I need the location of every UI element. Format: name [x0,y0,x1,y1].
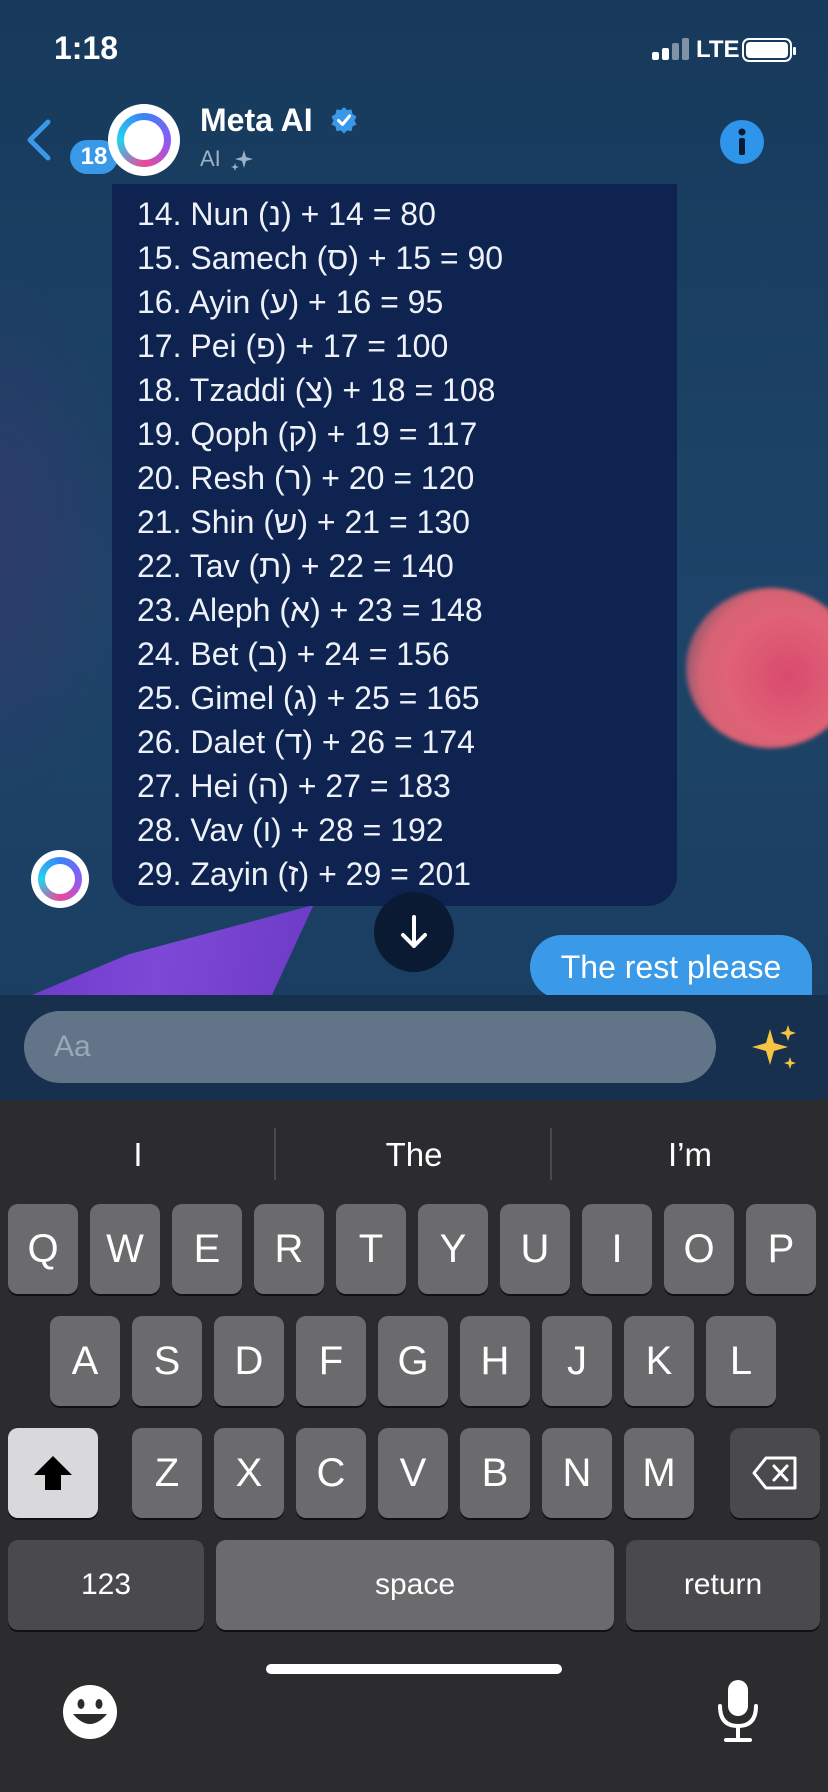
meta-ai-logo-icon [117,113,171,167]
suggestion-2[interactable]: The [276,1120,552,1190]
signal-icon [652,38,690,60]
ai-avatar [31,850,89,908]
message-line: 22. Tav (ת) + 140 = 22 [137,548,454,584]
backspace-icon [752,1456,797,1490]
chat-subtitle: AI [200,146,221,171]
microphone-icon[interactable] [712,1678,764,1744]
message-line: 26. Dalet (ד) + 174 = 26 [137,724,475,760]
key-b[interactable]: B [460,1428,530,1518]
key-p[interactable]: P [746,1204,816,1294]
back-button[interactable]: 18 [24,118,118,174]
background-blob-purple [32,905,314,995]
key-e[interactable]: E [172,1204,242,1294]
key-a[interactable]: A [50,1316,120,1406]
scroll-to-bottom-button[interactable] [374,892,454,972]
shift-icon [34,1456,72,1490]
composer-bar [0,995,828,1100]
suggestion-1[interactable]: I [0,1120,276,1190]
message-line: 15. Samech (ס) + 90 = 15 [137,240,504,276]
sparkle-icon [231,150,253,171]
info-button[interactable] [720,120,764,164]
chat-title[interactable]: Meta AI [200,102,313,139]
message-line: 27. Hei (ה) + 183 = 27 [137,768,451,804]
key-k[interactable]: K [624,1316,694,1406]
numbers-key[interactable]: 123 [8,1540,204,1630]
user-message-bubble: The rest please [530,935,812,999]
message-line: 25. Gimel (ג) + 165 = 25 [137,680,480,716]
keyboard: I The I’m QWERTYUIOP ASDFGHJKL ZXCVBNM 1… [0,1100,828,1792]
imagine-sparkle-button[interactable] [746,1021,802,1077]
message-line: 29. Zayin (ז) + 201 = 29 [137,856,472,892]
background-blob-pink [686,588,828,748]
message-input[interactable] [24,1011,716,1083]
key-o[interactable]: O [664,1204,734,1294]
key-l[interactable]: L [706,1316,776,1406]
key-f[interactable]: F [296,1316,366,1406]
message-line: 24. Bet (ב) + 156 = 24 [137,636,450,672]
numbers-key-label: 123 [80,1568,132,1601]
verified-icon [331,107,357,134]
key-y[interactable]: Y [418,1204,488,1294]
ai-message-bubble: 14. Nun (נ) + 80 = 14 15. Samech (ס) + 90… [112,184,677,906]
arrow-down-icon [401,915,427,948]
key-j[interactable]: J [542,1316,612,1406]
message-line: 14. Nun (נ) + 80 = 14 [137,196,436,232]
shift-key[interactable] [8,1428,98,1518]
battery-icon [742,38,796,62]
chat-header: 18 Meta AI AI [0,100,828,184]
key-u[interactable]: U [500,1204,570,1294]
key-g[interactable]: G [378,1316,448,1406]
return-key[interactable]: return [626,1540,820,1630]
return-key-label: return [683,1568,763,1601]
meta-ai-logo-icon [38,857,82,901]
message-line: 19. Qoph (ק) + 117 = 19 [137,416,478,452]
key-i[interactable]: I [582,1204,652,1294]
key-n[interactable]: N [542,1428,612,1518]
chevron-left-icon [27,119,51,161]
key-d[interactable]: D [214,1316,284,1406]
key-m[interactable]: M [624,1428,694,1518]
status-time: 1:18 [54,30,119,66]
key-s[interactable]: S [132,1316,202,1406]
message-line: 21. Shin (ש) + 130 = 21 [137,504,470,540]
key-h[interactable]: H [460,1316,530,1406]
message-line: 16. Ayin (ע) + 95 = 16 [137,284,444,320]
key-t[interactable]: T [336,1204,406,1294]
key-x[interactable]: X [214,1428,284,1518]
home-indicator [266,1664,562,1674]
message-text: 14. Nun (נ) + 80 = 14 15. Samech (ס) + 90… [137,192,503,896]
message-line: 23. Aleph (א) + 148 = 23 [137,592,483,628]
suggestion-3[interactable]: I’m [552,1120,828,1190]
message-line: 17. Pei (פ) + 100 = 17 [137,328,449,364]
status-bar: 1:18 LTE [0,0,828,100]
key-w[interactable]: W [90,1204,160,1294]
info-icon [738,128,746,155]
key-z[interactable]: Z [132,1428,202,1518]
network-label: LTE [696,36,740,63]
avatar[interactable] [108,104,180,176]
emoji-icon[interactable] [60,1682,120,1742]
key-c[interactable]: C [296,1428,366,1518]
backspace-key[interactable] [730,1428,820,1518]
key-q[interactable]: Q [8,1204,78,1294]
key-v[interactable]: V [378,1428,448,1518]
key-r[interactable]: R [254,1204,324,1294]
space-key-label: space [374,1568,456,1601]
space-key[interactable]: space [216,1540,614,1630]
message-line: 18. Tzaddi (צ) + 108 = 18 [137,372,496,408]
message-line: 28. Vav (ו) + 192 = 28 [137,812,444,848]
message-line: 20. Resh (ר) + 120 = 20 [137,460,475,496]
